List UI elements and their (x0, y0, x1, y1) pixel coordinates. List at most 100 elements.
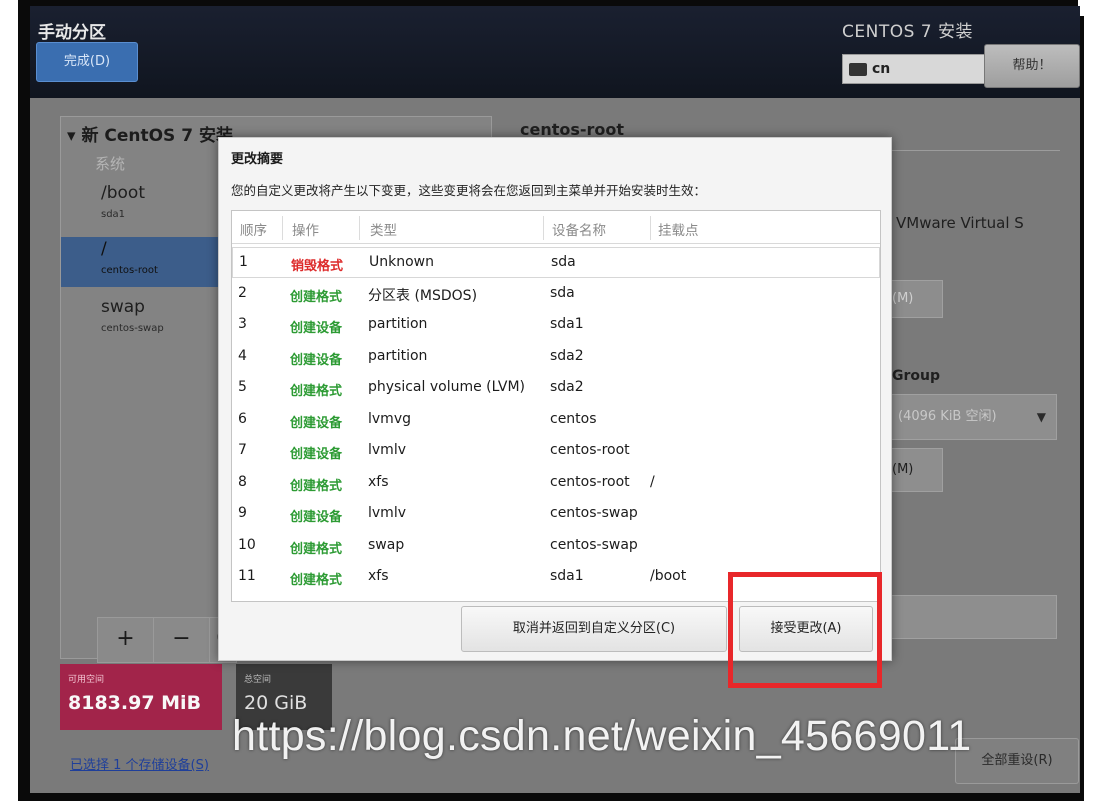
cell-type: xfs (368, 568, 389, 584)
cell-type: lvmlv (368, 505, 406, 521)
column-divider (359, 216, 360, 240)
column-divider (650, 216, 651, 240)
highlight-annotation-box (728, 572, 882, 688)
corner-strip (1078, 0, 1115, 16)
cell-type: lvmvg (368, 410, 411, 427)
cell-mount: /boot (650, 568, 687, 584)
available-space-value: 8183.97 MiB (68, 692, 202, 714)
cell-device: centos-swap (550, 505, 638, 521)
column-header-mount[interactable]: 挂载点 (658, 219, 699, 239)
cell-order: 1 (239, 254, 248, 270)
cell-action: 创建格式 (290, 573, 343, 588)
cell-device: centos-swap (550, 536, 638, 553)
cell-device: sda (551, 254, 576, 270)
keyboard-layout-indicator[interactable]: cn (842, 54, 988, 84)
capacity-field[interactable]: (M) (885, 280, 943, 318)
cell-order: 2 (238, 284, 247, 301)
dialog-title: 更改摘要 (231, 152, 284, 167)
cell-action: 创建设备 (290, 447, 343, 462)
cell-action: 创建设备 (290, 415, 343, 431)
cell-action: 创建格式 (290, 384, 343, 399)
cell-device: sda (550, 284, 575, 301)
changes-table: 顺序 操作 类型 设备名称 挂载点 1 销毁格式 Unknown sda 2 创建格式 分区… (231, 210, 881, 602)
cell-device: centos (550, 410, 597, 427)
cell-type: 分区表 (MSDOS) (368, 287, 478, 304)
table-row[interactable]: 4 创建设备 partition sda2 (232, 342, 880, 373)
volume-group-dropdown[interactable]: (4096 KiB 空闲) ▼ (885, 394, 1057, 440)
done-button[interactable]: 完成(D) (36, 42, 138, 82)
column-divider (282, 216, 283, 240)
cell-device: sda1 (550, 568, 584, 584)
column-header-action[interactable]: 操作 (292, 219, 319, 239)
mount-device-label: sda1 (101, 209, 126, 220)
modify-button[interactable]: (M) (885, 448, 943, 492)
available-space-card: 可用空间 8183.97 MiB (60, 664, 222, 730)
dialog-description: 您的自定义更改将产生以下变更，这些变更将会在您返回到主菜单并开始安装时生效： (231, 183, 707, 198)
mount-device-label: centos-swap (101, 323, 164, 334)
cell-device: sda2 (550, 379, 584, 395)
cell-action: 创建格式 (290, 478, 343, 494)
mount-item-boot[interactable]: /boot (101, 183, 145, 203)
page-title: 手动分区 (38, 23, 106, 43)
cell-device: sda2 (550, 347, 584, 364)
cell-order: 5 (238, 379, 247, 395)
total-space-label: 总空间 (244, 675, 272, 685)
cell-type: physical volume (LVM) (368, 379, 526, 395)
table-row[interactable]: 6 创建设备 lvmvg centos (232, 405, 880, 436)
table-row[interactable]: 8 创建格式 xfs centos-root / (232, 468, 880, 499)
column-divider (543, 216, 544, 240)
cell-device: sda1 (550, 316, 584, 332)
mount-point-label: / (101, 239, 107, 259)
product-title: CENTOS 7 安装 (842, 22, 974, 42)
column-header-device[interactable]: 设备名称 (552, 219, 606, 239)
table-row[interactable]: 9 创建设备 lvmlv centos-swap (232, 499, 880, 530)
cell-order: 4 (238, 347, 247, 364)
chevron-down-icon: ▼ (1036, 410, 1046, 424)
available-space-label: 可用空间 (68, 675, 105, 685)
selected-devices-link[interactable]: 已选择 1 个存储设备(S) (70, 754, 209, 773)
table-row[interactable]: 3 创建设备 partition sda1 (232, 310, 880, 341)
table-row[interactable]: 10 创建格式 swap centos-swap (232, 531, 880, 562)
cell-action: 创建格式 (290, 289, 343, 305)
volume-group-label: Group (892, 368, 941, 384)
keyboard-layout-label: cn (872, 61, 891, 77)
cancel-and-return-button[interactable]: 取消并返回到自定义分区(C) (461, 606, 727, 652)
name-field[interactable] (885, 595, 1057, 639)
add-mount-button[interactable]: + (98, 618, 154, 662)
table-row[interactable]: 1 销毁格式 Unknown sda (232, 247, 880, 278)
cell-order: 7 (238, 442, 247, 458)
table-row[interactable]: 5 创建格式 physical volume (LVM) sda2 (232, 373, 880, 404)
new-install-heading[interactable]: ▾ 新 CentOS 7 安装 (67, 121, 233, 146)
cell-order: 10 (238, 536, 256, 553)
table-row[interactable]: 7 创建设备 lvmlv centos-root (232, 436, 880, 467)
header-bar: 手动分区 完成(D) CENTOS 7 安装 cn 帮助！ (30, 6, 1080, 98)
cell-action: 销毁格式 (291, 259, 344, 274)
cell-type: Unknown (369, 254, 434, 270)
reset-all-button[interactable]: 全部重设(R) (955, 738, 1079, 784)
cell-order: 11 (238, 568, 256, 584)
cell-mount: / (650, 473, 655, 490)
volume-group-value: (4096 KiB 空闲) (898, 409, 997, 424)
cell-action: 创建设备 (290, 510, 343, 525)
device-model-text: VMware Virtual S (896, 214, 1024, 232)
system-section-label: 系统 (95, 155, 126, 173)
cell-order: 6 (238, 410, 247, 427)
help-button[interactable]: 帮助！ (984, 44, 1080, 88)
table-row[interactable]: 2 创建格式 分区表 (MSDOS) sda (232, 279, 880, 310)
cell-type: partition (368, 347, 428, 364)
mount-item-root[interactable]: / centos-root (61, 237, 221, 287)
cell-order: 3 (238, 316, 247, 332)
cell-order: 9 (238, 505, 247, 521)
cell-device: centos-root (550, 473, 630, 490)
table-header: 顺序 操作 类型 设备名称 挂载点 (232, 211, 880, 244)
remove-mount-button[interactable]: − (154, 618, 210, 662)
watermark-text: https://blog.csdn.net/weixin_45669011 (232, 712, 972, 760)
column-header-order[interactable]: 顺序 (240, 219, 267, 239)
cell-type: partition (368, 316, 428, 332)
keyboard-icon (849, 63, 867, 76)
cell-type: lvmlv (368, 442, 406, 458)
mount-item-swap[interactable]: swap (101, 297, 145, 317)
column-header-type[interactable]: 类型 (370, 219, 397, 239)
cell-type: swap (368, 536, 405, 553)
total-space-value: 20 GiB (244, 692, 308, 714)
